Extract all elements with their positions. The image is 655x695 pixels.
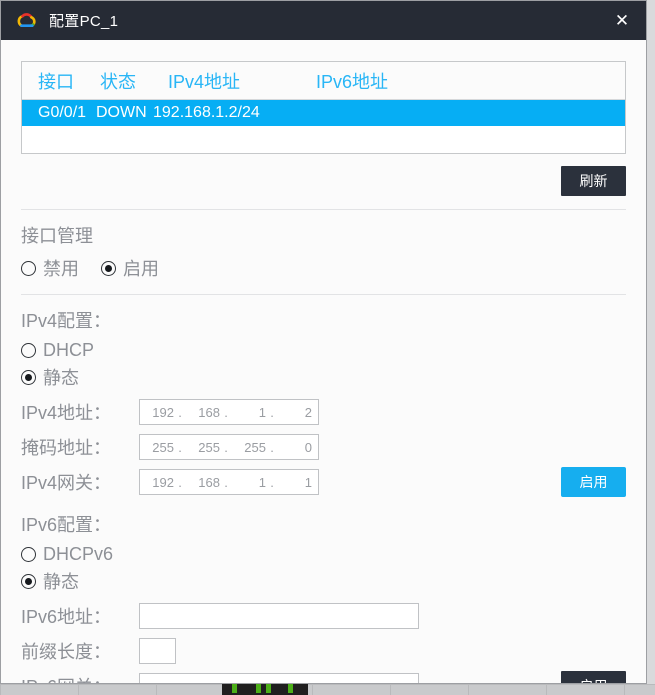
topology-canvas-grid — [0, 684, 655, 695]
ip-separator: . — [224, 474, 228, 490]
radio-circle-icon — [21, 260, 36, 276]
column-header-interface: 接口 — [38, 71, 74, 92]
close-icon[interactable]: ✕ — [598, 1, 646, 40]
column-header-ipv6-address: IPv6地址 — [316, 71, 389, 92]
ipv4-gateway-row: IPv4网关： 192 . 168 . 1 . 1 启用 — [21, 467, 626, 497]
device-led — [266, 684, 271, 693]
table-empty-area — [22, 126, 625, 153]
dialog-body: 接口 状态 IPv4地址 IPv6地址 G0/0/1 DOWN 192.168.… — [1, 61, 646, 683]
interface-management-radio-group: 禁用 启用 — [21, 255, 626, 281]
radio-circle-checked-icon — [101, 260, 116, 276]
divider — [21, 209, 626, 210]
radio-label: DHCP — [43, 340, 95, 360]
cell-ipv4-address: 192.168.1.2/24 — [153, 104, 260, 121]
ipv6-prefix-length-row: 前缀长度： — [21, 638, 626, 664]
ipv4-address-row: IPv4地址： 192 . 168 . 1 . 2 — [21, 399, 626, 425]
ip-separator: . — [270, 404, 274, 420]
table-row[interactable]: G0/0/1 DOWN 192.168.1.2/24 — [22, 100, 625, 126]
ipv4-gateway-input[interactable]: 192 . 168 . 1 . 1 — [139, 469, 319, 495]
netmask-octet-1[interactable]: 255 — [140, 440, 174, 455]
ipv6-config-title: IPv6配置： — [21, 515, 112, 535]
network-device-icon — [222, 684, 308, 695]
ip-separator: . — [178, 404, 182, 420]
radio-label: 启用 — [123, 259, 159, 279]
column-header-ipv4-address: IPv4地址 — [168, 71, 241, 92]
radio-circle-icon — [21, 343, 36, 358]
ipv6-mode-static-row: 静态 — [21, 568, 626, 594]
interface-table: 接口 状态 IPv4地址 IPv6地址 G0/0/1 DOWN 192.168.… — [21, 61, 626, 154]
ipv4-config-title: IPv4配置： — [21, 311, 112, 331]
refresh-row: 刷新 — [21, 166, 626, 196]
ipv4-address-label: IPv4地址： — [21, 403, 112, 423]
ipv4-octet-3[interactable]: 1 — [232, 405, 266, 420]
ipv4-octet-4[interactable]: 2 — [278, 405, 312, 420]
device-led — [288, 684, 293, 693]
ipv4-octet-1[interactable]: 192 — [140, 405, 174, 420]
ip-separator: . — [270, 474, 274, 490]
radio-circle-checked-icon — [21, 369, 36, 385]
radio-interface-disable[interactable]: 禁用 — [21, 255, 79, 281]
ipv4-netmask-row: 掩码地址： 255 . 255 . 255 . 0 — [21, 434, 626, 460]
ipv4-address-input[interactable]: 192 . 168 . 1 . 2 — [139, 399, 319, 425]
gateway-octet-4[interactable]: 1 — [278, 475, 312, 490]
ipv4-gateway-label: IPv4网关： — [21, 473, 112, 493]
radio-ipv4-static[interactable]: 静态 — [21, 364, 79, 390]
netmask-octet-2[interactable]: 255 — [186, 440, 220, 455]
column-header-state: 状态 — [100, 71, 136, 92]
ip-separator: . — [178, 474, 182, 490]
configure-pc-dialog: 配置PC_1 ✕ 接口 状态 IPv4地址 IPv6地址 G0/0/1 DOWN… — [0, 0, 647, 684]
ip-separator: . — [224, 439, 228, 455]
ip-separator: . — [224, 404, 228, 420]
gateway-octet-1[interactable]: 192 — [140, 475, 174, 490]
ipv6-mode-dhcp-row: DHCPv6 — [21, 544, 626, 565]
ipv4-netmask-label: 掩码地址： — [21, 438, 111, 458]
ipv4-netmask-input[interactable]: 255 . 255 . 255 . 0 — [139, 434, 319, 460]
ipv6-gateway-label: IPv6网关： — [21, 673, 139, 683]
gateway-octet-2[interactable]: 168 — [186, 475, 220, 490]
cell-state: DOWN — [96, 104, 147, 121]
radio-circle-icon — [21, 547, 36, 562]
ipv4-apply-button[interactable]: 启用 — [561, 467, 626, 497]
divider — [21, 294, 626, 295]
radio-ipv6-dhcpv6[interactable]: DHCPv6 — [21, 544, 113, 565]
interface-management-title: 接口管理 — [21, 226, 93, 246]
device-led — [256, 684, 261, 693]
ipv6-gateway-input[interactable] — [139, 673, 419, 683]
watermark-text: CSDN @心猿牵住了意马 — [459, 680, 626, 683]
ipv4-octet-2[interactable]: 168 — [186, 405, 220, 420]
cell-interface: G0/0/1 — [38, 104, 87, 121]
device-led — [232, 684, 237, 693]
radio-ipv6-static[interactable]: 静态 — [21, 568, 79, 594]
netmask-octet-4[interactable]: 0 — [278, 440, 312, 455]
ipv4-mode-static-row: 静态 — [21, 364, 626, 390]
radio-label: DHCPv6 — [43, 544, 114, 564]
radio-label: 禁用 — [43, 259, 79, 279]
ipv6-prefix-length-label: 前缀长度： — [21, 642, 111, 662]
radio-label: 静态 — [43, 368, 79, 388]
interface-table-header: 接口 状态 IPv4地址 IPv6地址 — [22, 62, 625, 100]
ip-separator: . — [178, 439, 182, 455]
ipv6-address-label: IPv6地址： — [21, 607, 112, 627]
dialog-titlebar[interactable]: 配置PC_1 ✕ — [1, 1, 646, 40]
netmask-octet-3[interactable]: 255 — [232, 440, 266, 455]
ip-separator: . — [270, 439, 274, 455]
ipv6-address-row: IPv6地址： — [21, 603, 626, 629]
ipv6-address-input[interactable] — [139, 603, 419, 629]
radio-interface-enable[interactable]: 启用 — [101, 255, 159, 281]
gateway-octet-3[interactable]: 1 — [232, 475, 266, 490]
radio-label: 静态 — [43, 572, 79, 592]
cloud-icon — [15, 11, 39, 31]
refresh-button[interactable]: 刷新 — [561, 166, 626, 196]
radio-ipv4-dhcp[interactable]: DHCP — [21, 340, 94, 361]
radio-circle-checked-icon — [21, 573, 36, 589]
ipv4-mode-dhcp-row: DHCP — [21, 340, 626, 361]
ipv6-prefix-length-input[interactable] — [139, 638, 176, 664]
dialog-title: 配置PC_1 — [49, 13, 119, 30]
